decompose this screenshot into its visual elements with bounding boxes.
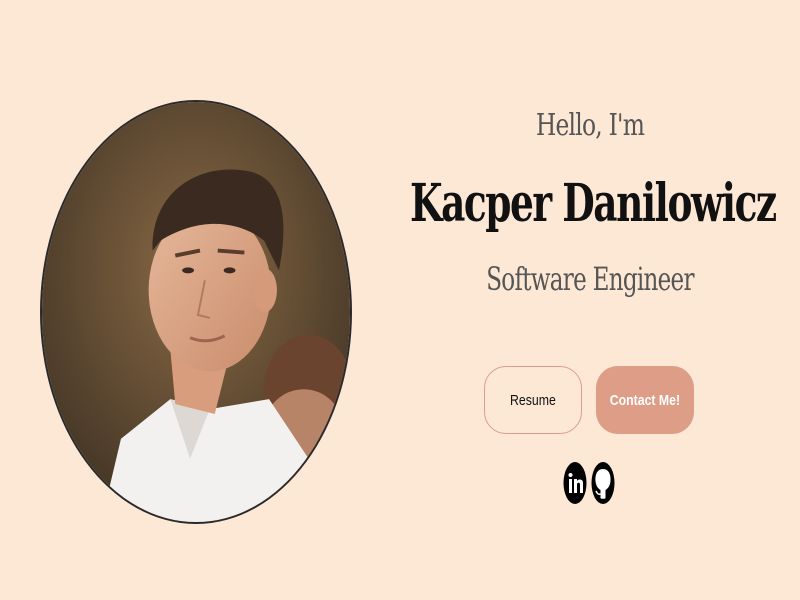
linkedin-icon bbox=[563, 462, 587, 504]
page: Hello, I'm Kacper Danilowicz Software En… bbox=[0, 0, 800, 600]
resume-button-label: Resume bbox=[510, 391, 556, 409]
hero-role: Software Engineer bbox=[486, 260, 694, 298]
hero-name: Kacper Danilowicz bbox=[410, 173, 777, 234]
linkedin-link[interactable] bbox=[563, 461, 587, 505]
greeting-text: Hello, I'm bbox=[535, 108, 645, 143]
hero-text: Hello, I'm Kacper Danilowicz Software En… bbox=[400, 108, 780, 298]
contact-button[interactable]: Contact Me! bbox=[596, 366, 694, 434]
github-link[interactable] bbox=[591, 461, 615, 505]
profile-photo bbox=[40, 100, 352, 524]
profile-photo-illustration bbox=[42, 102, 350, 522]
contact-button-label: Contact Me! bbox=[609, 391, 681, 409]
resume-button[interactable]: Resume bbox=[484, 366, 582, 434]
github-icon bbox=[591, 462, 615, 504]
social-links bbox=[563, 461, 615, 505]
hero-buttons: Resume Contact Me! bbox=[484, 366, 694, 434]
